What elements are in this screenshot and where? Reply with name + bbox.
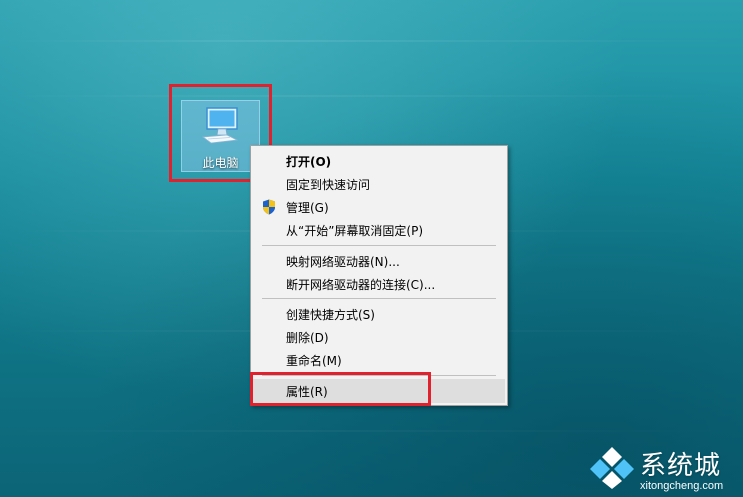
menu-item-pin-quick-access[interactable]: 固定到快速访问 bbox=[253, 173, 505, 195]
context-menu: 打开(O) 固定到快速访问 管理(G) 从“开始”屏幕取消固定(P) 映射网络驱… bbox=[250, 145, 508, 406]
menu-item-disconnect-network-drive[interactable]: 断开网络驱动器的连接(C)... bbox=[253, 273, 505, 295]
menu-item-label: 管理(G) bbox=[286, 201, 329, 215]
menu-item-label: 删除(D) bbox=[286, 331, 329, 345]
menu-item-manage[interactable]: 管理(G) bbox=[253, 196, 505, 218]
menu-item-label: 固定到快速访问 bbox=[286, 178, 371, 192]
menu-separator bbox=[262, 298, 496, 299]
menu-separator bbox=[262, 245, 496, 246]
uac-shield-icon bbox=[263, 199, 275, 215]
menu-item-label: 打开(O) bbox=[286, 155, 332, 169]
menu-item-open[interactable]: 打开(O) bbox=[253, 150, 505, 172]
watermark-subtitle: xitongcheng.com bbox=[640, 480, 724, 492]
menu-item-create-shortcut[interactable]: 创建快捷方式(S) bbox=[253, 303, 505, 325]
watermark-title: 系统城 bbox=[640, 451, 722, 481]
watermark: 系统城 xitongcheng.com bbox=[588, 443, 738, 493]
water-ripple bbox=[0, 430, 743, 432]
menu-item-label: 重命名(M) bbox=[286, 354, 342, 368]
menu-item-label: 创建快捷方式(S) bbox=[286, 308, 375, 322]
water-ripple bbox=[0, 40, 743, 42]
properties-highlight-box bbox=[250, 372, 431, 406]
menu-item-label: 映射网络驱动器(N)... bbox=[286, 255, 400, 269]
menu-item-map-network-drive[interactable]: 映射网络驱动器(N)... bbox=[253, 250, 505, 272]
menu-item-label: 从“开始”屏幕取消固定(P) bbox=[286, 224, 424, 238]
menu-item-delete[interactable]: 删除(D) bbox=[253, 326, 505, 348]
xitongcheng-logo-icon bbox=[590, 447, 634, 489]
menu-item-label: 断开网络驱动器的连接(C)... bbox=[286, 278, 436, 292]
water-ripple bbox=[0, 95, 743, 97]
menu-item-unpin-start[interactable]: 从“开始”屏幕取消固定(P) bbox=[253, 219, 505, 241]
menu-item-rename[interactable]: 重命名(M) bbox=[253, 349, 505, 371]
